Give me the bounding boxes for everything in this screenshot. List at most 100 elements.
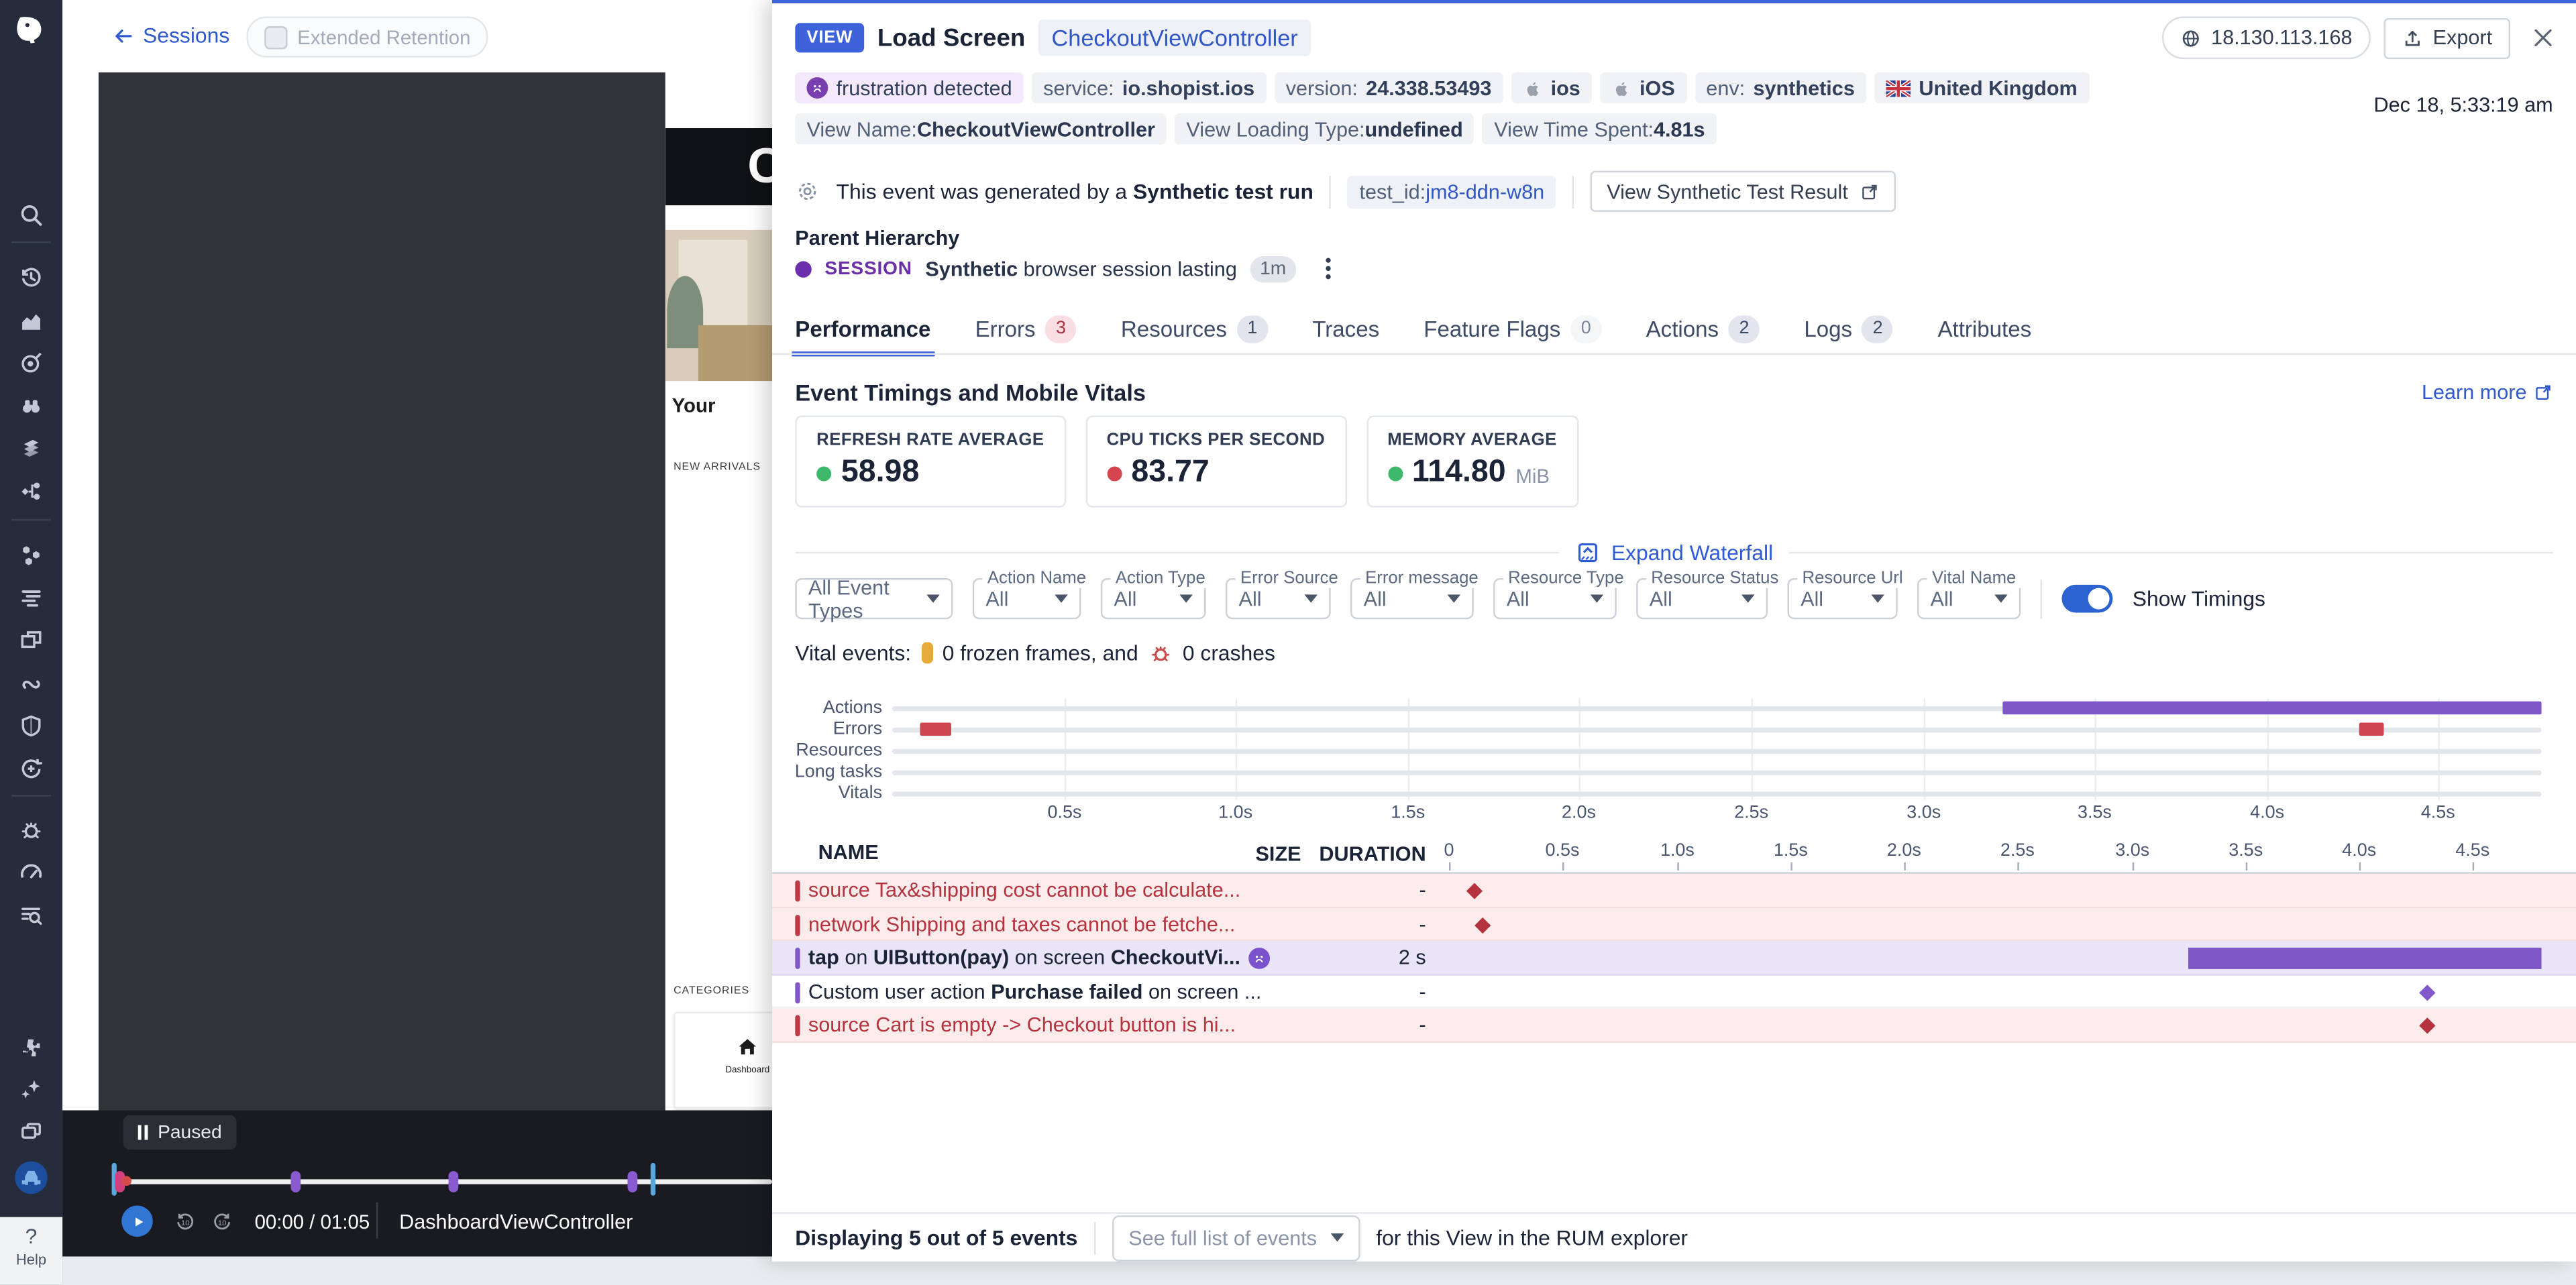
parent-session-row[interactable]: SESSION Synthetic browser session lastin… (795, 255, 1334, 283)
current-view-label[interactable]: DashboardViewController (399, 1211, 633, 1233)
audit-icon[interactable] (18, 901, 44, 928)
expand-waterfall-link[interactable]: Expand Waterfall (1575, 541, 1773, 565)
filter-resource-url[interactable]: Resource UrlAll (1787, 578, 1897, 619)
tab-logs[interactable]: Logs2 (1804, 312, 1893, 355)
replay-event-marker[interactable] (290, 1171, 301, 1192)
monitors-icon[interactable] (18, 350, 44, 376)
filter-action-name[interactable]: Action NameAll (973, 578, 1081, 619)
full-list-select[interactable]: See full list of events (1112, 1215, 1360, 1261)
view-synthetic-test-result-button[interactable]: View Synthetic Test Result (1591, 171, 1896, 212)
column-header-duration[interactable]: DURATION (1314, 842, 1426, 865)
filter-error-source[interactable]: Error SourceAll (1226, 578, 1331, 619)
filter-action-type[interactable]: Action TypeAll (1101, 578, 1206, 619)
tab-resources[interactable]: Resources1 (1121, 312, 1268, 355)
event-row[interactable]: tap on UIButton(pay) on screen CheckoutV… (772, 941, 2576, 974)
kebab-menu-icon[interactable] (1322, 255, 1334, 283)
scrubber-track[interactable] (112, 1179, 772, 1184)
layers-icon[interactable] (18, 435, 44, 461)
rum-icon[interactable] (18, 628, 44, 654)
forward-10-button[interactable]: 10 (210, 1209, 235, 1233)
minimap-axis-tick: 4.5s (2421, 803, 2455, 823)
sync-icon[interactable] (18, 756, 44, 782)
view-attribute-pill[interactable]: View Loading Type:undefined (1175, 113, 1474, 145)
tag-pill[interactable]: frustration detected (795, 72, 1023, 104)
show-timings-toggle[interactable] (2061, 585, 2112, 613)
replay-event-marker[interactable] (449, 1171, 459, 1192)
event-marker-diamond[interactable] (2419, 984, 2435, 1000)
replay-event-marker[interactable] (121, 1176, 131, 1186)
tab-traces[interactable]: Traces (1312, 312, 1379, 355)
event-row[interactable]: network Shipping and taxes cannot be fet… (772, 907, 2576, 941)
timeline-scrubber[interactable] (112, 1170, 772, 1196)
gauge-icon[interactable] (18, 859, 44, 885)
apm-icon[interactable] (18, 670, 44, 696)
minimap-row-label: Errors (772, 720, 882, 739)
app-promo-banner: C (665, 128, 772, 205)
event-type-filter[interactable]: All Event Types (795, 578, 953, 619)
event-row[interactable]: source Tax&shipping cost cannot be calcu… (772, 874, 2576, 907)
export-button[interactable]: Export (2383, 17, 2510, 58)
apple-icon (1523, 78, 1542, 97)
tag-pill[interactable]: ios (1511, 72, 1592, 104)
replay-header: Sessions Extended Retention (62, 0, 772, 72)
minimap-event[interactable] (920, 723, 951, 736)
close-icon[interactable] (2530, 25, 2556, 51)
event-name: Custom user action Purchase failed on sc… (808, 980, 1262, 1003)
event-name-pill[interactable]: CheckoutViewController (1038, 19, 1311, 56)
infrastructure-icon[interactable] (18, 542, 44, 568)
search-icon[interactable] (18, 202, 44, 228)
watchdog-icon[interactable] (18, 392, 44, 418)
event-row[interactable]: Custom user action Purchase failed on sc… (772, 974, 2576, 1008)
tab-errors[interactable]: Errors3 (975, 312, 1077, 355)
ip-address-pill[interactable]: 18.130.113.168 (2162, 16, 2371, 59)
tab-performance[interactable]: Performance (795, 312, 930, 355)
paused-label: Paused (158, 1123, 222, 1142)
tag-pill[interactable]: version:24.338.53493 (1275, 72, 1503, 104)
datadog-logo[interactable] (13, 11, 50, 48)
view-attribute-pill[interactable]: View Time Spent:4.81s (1483, 113, 1717, 145)
ai-sparkles-icon[interactable] (18, 1076, 44, 1102)
tag-pill[interactable]: United Kingdom (1874, 72, 2089, 104)
test-id-pill[interactable]: test_id: jm8-ddn-w8n (1348, 175, 1556, 208)
replay-event-marker[interactable] (651, 1163, 655, 1196)
help-icon[interactable]: ? (0, 1223, 62, 1248)
play-button[interactable] (121, 1206, 153, 1237)
filter-error-message[interactable]: Error messageAll (1350, 578, 1474, 619)
rewind-10-button[interactable]: 10 (172, 1209, 197, 1233)
tag-pill[interactable]: env:synthetics (1695, 72, 1866, 104)
extended-retention-toggle[interactable]: Extended Retention (246, 16, 488, 57)
filter-resource-type[interactable]: Resource TypeAll (1493, 578, 1617, 619)
integrations-icon[interactable] (18, 1035, 44, 1061)
minimap-event[interactable] (2359, 723, 2384, 736)
tag-pill[interactable]: service:io.shopist.ios (1032, 72, 1266, 104)
event-marker-diamond[interactable] (2419, 1017, 2435, 1033)
column-header-name[interactable]: NAME (818, 841, 879, 864)
event-marker-diamond[interactable] (1466, 883, 1483, 899)
view-attribute-pill[interactable]: View Name:CheckoutViewController (795, 113, 1167, 145)
event-marker-diamond[interactable] (1474, 917, 1491, 933)
learn-more-link[interactable]: Learn more (2422, 381, 2553, 404)
event-marker-bar[interactable] (2188, 948, 2542, 969)
workspaces-icon[interactable] (18, 1119, 44, 1145)
tab-feature-flags[interactable]: Feature Flags0 (1424, 312, 1601, 355)
column-header-size[interactable]: SIZE (1216, 842, 1301, 865)
back-to-sessions-link[interactable]: Sessions (112, 23, 230, 48)
logs-icon[interactable] (18, 585, 44, 611)
security-icon[interactable] (18, 713, 44, 739)
tab-actions[interactable]: Actions2 (1646, 312, 1760, 355)
frozen-frames-text: 0 frozen frames, and (943, 640, 1138, 665)
bits-ai-icon[interactable] (13, 1160, 50, 1196)
tag-pill[interactable]: iOS (1600, 72, 1686, 104)
minimap-row-track (892, 791, 2542, 796)
pipelines-icon[interactable] (18, 478, 44, 504)
filter-resource-status[interactable]: Resource StatusAll (1636, 578, 1768, 619)
parent-hierarchy-heading: Parent Hierarchy (795, 227, 959, 249)
minimap-event[interactable] (2002, 702, 2541, 715)
tab-attributes[interactable]: Attributes (1937, 312, 2031, 355)
metrics-icon[interactable] (18, 307, 44, 333)
event-row[interactable]: source Cart is empty -> Checkout button … (772, 1009, 2576, 1042)
bug-icon[interactable] (18, 816, 44, 842)
history-icon[interactable] (18, 264, 44, 290)
replay-event-marker[interactable] (628, 1171, 638, 1192)
filter-vital-name[interactable]: Vital NameAll (1917, 578, 2021, 619)
